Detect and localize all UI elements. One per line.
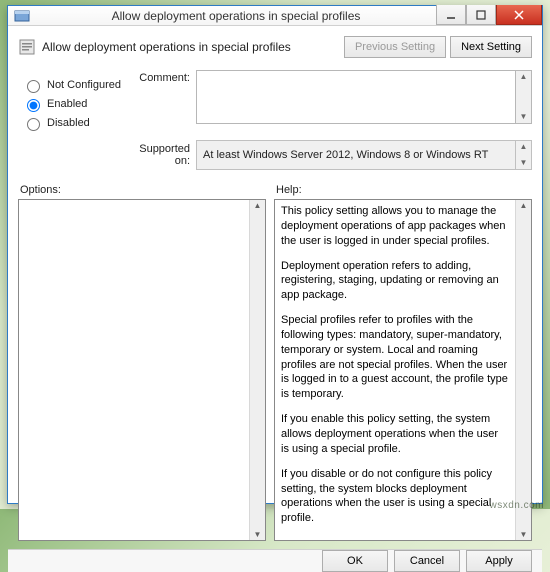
- chevron-up-icon[interactable]: ▲: [516, 201, 531, 210]
- supported-on-row: Supported on: At least Windows Server 20…: [124, 140, 532, 170]
- chevron-up-icon[interactable]: ▲: [520, 141, 528, 153]
- chevron-down-icon[interactable]: ▼: [520, 111, 528, 123]
- config-row: Not Configured Enabled Disabled Comment:…: [18, 70, 532, 134]
- content-area: Allow deployment operations in special p…: [8, 26, 542, 549]
- footer: OK Cancel Apply: [8, 549, 542, 572]
- comment-label: Comment:: [138, 70, 196, 124]
- help-p5: If you disable or do not configure this …: [281, 467, 509, 526]
- radio-not-configured[interactable]: Not Configured: [22, 77, 138, 93]
- radio-enabled-input[interactable]: [27, 99, 40, 112]
- policy-title: Allow deployment operations in special p…: [42, 40, 338, 54]
- chevron-down-icon[interactable]: ▼: [250, 530, 265, 539]
- previous-setting-button[interactable]: Previous Setting: [344, 36, 446, 58]
- dialog-window: Allow deployment operations in special p…: [7, 5, 543, 504]
- help-p4: If you enable this policy setting, the s…: [281, 412, 509, 457]
- policy-icon: [18, 38, 36, 56]
- radio-not-configured-label: Not Configured: [47, 79, 121, 91]
- options-scrollbar[interactable]: ▲ ▼: [249, 200, 265, 540]
- minimize-button[interactable]: [436, 5, 466, 25]
- help-pane: Help: This policy setting allows you to …: [274, 180, 532, 541]
- help-content: This policy setting allows you to manage…: [275, 200, 515, 540]
- supported-on-label: Supported on:: [124, 140, 196, 167]
- radio-enabled[interactable]: Enabled: [22, 96, 138, 112]
- titlebar[interactable]: Allow deployment operations in special p…: [8, 6, 542, 26]
- next-setting-button[interactable]: Next Setting: [450, 36, 532, 58]
- radio-disabled[interactable]: Disabled: [22, 115, 138, 131]
- help-p2: Deployment operation refers to adding, r…: [281, 259, 509, 304]
- help-body: This policy setting allows you to manage…: [274, 199, 532, 541]
- help-scrollbar[interactable]: ▲ ▼: [515, 200, 531, 540]
- chevron-up-icon[interactable]: ▲: [250, 201, 265, 210]
- options-label: Options:: [20, 184, 266, 196]
- supported-on-box: At least Windows Server 2012, Windows 8 …: [196, 140, 516, 170]
- options-content: [19, 200, 249, 540]
- radio-disabled-input[interactable]: [27, 118, 40, 131]
- options-body: ▲ ▼: [18, 199, 266, 541]
- panes: Options: ▲ ▼ Help: This policy setting a…: [18, 180, 532, 541]
- comment-input[interactable]: [196, 70, 516, 124]
- supported-on-text: At least Windows Server 2012, Windows 8 …: [203, 149, 509, 161]
- window-title: Allow deployment operations in special p…: [36, 9, 436, 23]
- app-icon: [14, 8, 30, 24]
- cancel-button[interactable]: Cancel: [394, 550, 460, 572]
- help-p1: This policy setting allows you to manage…: [281, 204, 509, 249]
- help-label: Help:: [276, 184, 532, 196]
- radio-enabled-label: Enabled: [47, 98, 87, 110]
- radio-not-configured-input[interactable]: [27, 80, 40, 93]
- state-radios: Not Configured Enabled Disabled: [18, 70, 138, 134]
- options-pane: Options: ▲ ▼: [18, 180, 266, 541]
- chevron-down-icon[interactable]: ▼: [516, 530, 531, 539]
- maximize-button[interactable]: [466, 5, 496, 25]
- radio-disabled-label: Disabled: [47, 117, 90, 129]
- apply-button[interactable]: Apply: [466, 550, 532, 572]
- help-p3: Special profiles refer to profiles with …: [281, 313, 509, 402]
- chevron-down-icon[interactable]: ▼: [520, 157, 528, 169]
- window-buttons: [436, 6, 542, 25]
- header-row: Allow deployment operations in special p…: [18, 36, 532, 58]
- chevron-up-icon[interactable]: ▲: [520, 71, 528, 83]
- ok-button[interactable]: OK: [322, 550, 388, 572]
- close-button[interactable]: [496, 5, 542, 25]
